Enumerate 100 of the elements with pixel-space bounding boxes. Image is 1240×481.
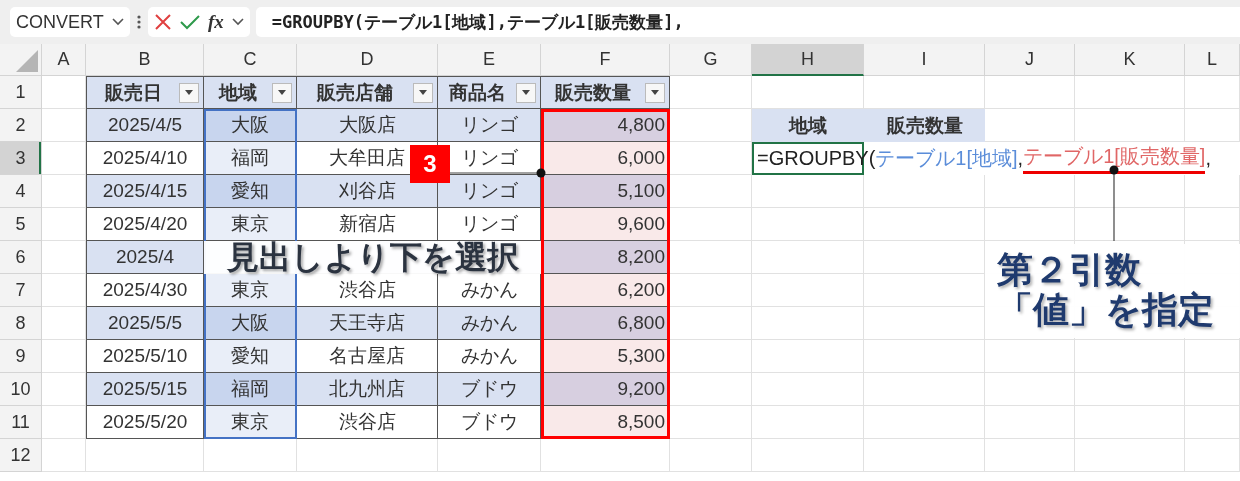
table-cell[interactable]: 9,600: [541, 208, 670, 241]
row-header[interactable]: 7: [0, 274, 42, 307]
column-header[interactable]: B: [86, 44, 204, 76]
header-cell[interactable]: 販売店舗: [297, 76, 438, 109]
header-cell[interactable]: 販売数量: [541, 76, 670, 109]
table-cell[interactable]: 大阪: [204, 109, 297, 142]
caret-icon: [651, 90, 659, 95]
column-header[interactable]: G: [670, 44, 752, 76]
column-header[interactable]: D: [297, 44, 438, 76]
header-cell[interactable]: 販売日: [86, 76, 204, 109]
table-cell[interactable]: 渋谷店: [297, 406, 438, 439]
caret-icon: [522, 90, 530, 95]
insert-function-button[interactable]: fx: [208, 11, 224, 33]
column-header: 地域: [217, 80, 258, 105]
callout-text: 見出しより下を選択: [204, 241, 541, 274]
table-cell[interactable]: 2025/4: [86, 241, 204, 274]
caret-icon: [185, 90, 193, 95]
table-cell[interactable]: 2025/4/5: [86, 109, 204, 142]
table-cell[interactable]: 2025/4/10: [86, 142, 204, 175]
table-cell[interactable]: 6,800: [541, 307, 670, 340]
filter-button[interactable]: [179, 82, 199, 103]
filter-button[interactable]: [272, 82, 292, 103]
table-cell[interactable]: 6,000: [541, 142, 670, 175]
formula-input[interactable]: =GROUPBY(テーブル1[地域],テーブル1[販売数量],: [255, 7, 1240, 37]
row-header[interactable]: 8: [0, 307, 42, 340]
table-cell[interactable]: みかん: [438, 274, 541, 307]
caret-icon: [419, 90, 427, 95]
table-cell[interactable]: 2025/5/20: [86, 406, 204, 439]
table-cell[interactable]: 9,200: [541, 373, 670, 406]
table-cell[interactable]: 北九州店: [297, 373, 438, 406]
table-cell[interactable]: 5,100: [541, 175, 670, 208]
column-header[interactable]: K: [1075, 44, 1185, 76]
table-cell[interactable]: 2025/5/5: [86, 307, 204, 340]
check-icon[interactable]: [180, 14, 200, 30]
table-cell[interactable]: 5,300: [541, 340, 670, 373]
filter-button[interactable]: [516, 82, 536, 103]
table-cell[interactable]: みかん: [438, 307, 541, 340]
column-header[interactable]: C: [204, 44, 297, 76]
column-header[interactable]: I: [864, 44, 985, 76]
header-cell[interactable]: 地域: [204, 76, 297, 109]
row-header[interactable]: 3: [0, 142, 42, 175]
table-cell[interactable]: リンゴ: [460, 145, 518, 171]
table-cell[interactable]: 大牟田店: [329, 145, 405, 171]
row-header[interactable]: 9: [0, 340, 42, 373]
table-cell[interactable]: 渋谷店: [297, 274, 438, 307]
table-cell[interactable]: 東京: [204, 208, 297, 241]
column-header: 販売日: [103, 80, 163, 105]
cancel-icon[interactable]: [154, 13, 172, 31]
callout-text: 第２引数 「値」を指定: [985, 244, 1240, 338]
table-cell[interactable]: 刈谷店: [338, 178, 396, 204]
table-cell[interactable]: 大阪: [204, 307, 297, 340]
header-cell[interactable]: 地域: [752, 109, 864, 142]
row-header[interactable]: 2: [0, 109, 42, 142]
column-header[interactable]: H: [752, 44, 864, 76]
table-cell[interactable]: リンゴ: [438, 208, 541, 241]
table-cell[interactable]: リンゴ: [460, 178, 518, 204]
filter-button[interactable]: [413, 82, 433, 103]
column-header[interactable]: J: [985, 44, 1075, 76]
column-header[interactable]: F: [541, 44, 670, 76]
table-cell[interactable]: 天王寺店: [297, 307, 438, 340]
row-header[interactable]: 11: [0, 406, 42, 439]
row-header[interactable]: 4: [0, 175, 42, 208]
name-box[interactable]: CONVERT: [10, 7, 130, 37]
table-cell[interactable]: 2025/4/15: [86, 175, 204, 208]
table-cell[interactable]: 8,200: [541, 241, 670, 274]
row-header[interactable]: 6: [0, 241, 42, 274]
table-cell[interactable]: 東京: [204, 274, 297, 307]
caret-icon: [278, 90, 286, 95]
row-header[interactable]: 1: [0, 76, 42, 109]
table-cell[interactable]: 2025/5/10: [86, 340, 204, 373]
table-cell[interactable]: 新宿店: [297, 208, 438, 241]
table-cell[interactable]: みかん: [438, 340, 541, 373]
filter-button[interactable]: [645, 82, 665, 103]
table-cell[interactable]: 愛知: [204, 175, 297, 208]
table-cell[interactable]: 2025/5/15: [86, 373, 204, 406]
row-header[interactable]: 10: [0, 373, 42, 406]
table-cell[interactable]: 大阪店: [297, 109, 438, 142]
row-header[interactable]: 5: [0, 208, 42, 241]
row-header[interactable]: 12: [0, 439, 42, 472]
chevron-down-icon[interactable]: [112, 18, 124, 26]
table-cell[interactable]: 福岡: [204, 142, 297, 175]
table-cell[interactable]: 愛知: [204, 340, 297, 373]
table-cell[interactable]: ブドウ: [438, 406, 541, 439]
chevron-down-icon[interactable]: [231, 18, 244, 26]
header-cell[interactable]: 商品名: [438, 76, 541, 109]
table-cell[interactable]: 2025/4/30: [86, 274, 204, 307]
header-cell[interactable]: 販売数量: [864, 109, 985, 142]
column-header[interactable]: L: [1185, 44, 1240, 76]
table-cell[interactable]: ブドウ: [438, 373, 541, 406]
column-header[interactable]: E: [438, 44, 541, 76]
table-cell[interactable]: 2025/4/20: [86, 208, 204, 241]
table-cell[interactable]: 名古屋店: [297, 340, 438, 373]
more-icon[interactable]: [136, 14, 142, 30]
column-header: 販売数量: [554, 80, 632, 105]
table-cell[interactable]: リンゴ: [438, 109, 541, 142]
table-cell[interactable]: 6,200: [541, 274, 670, 307]
select-all-icon[interactable]: [16, 50, 38, 72]
table-cell[interactable]: 東京: [204, 406, 297, 439]
column-header[interactable]: A: [42, 44, 86, 76]
table-cell[interactable]: 福岡: [204, 373, 297, 406]
